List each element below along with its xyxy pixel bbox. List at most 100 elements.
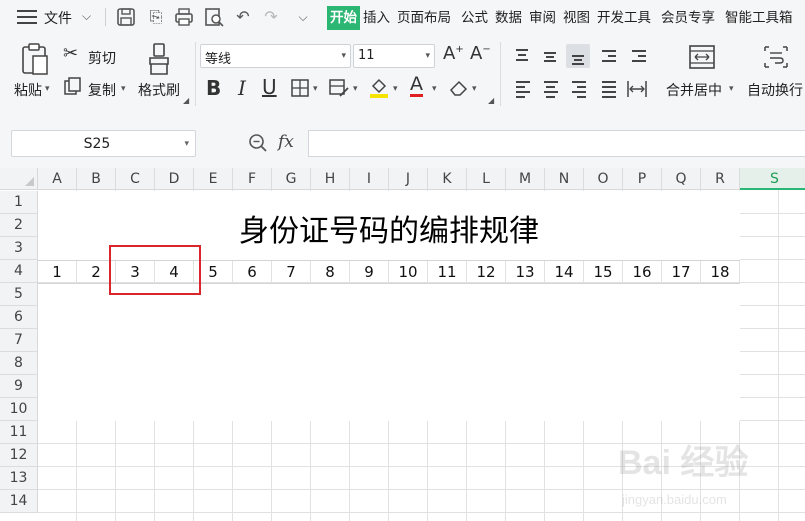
tab-data[interactable]: 数据 <box>495 6 522 30</box>
row-header-14[interactable]: 14 <box>0 490 38 513</box>
auto-wrap-icon[interactable] <box>762 44 790 70</box>
cell-j4[interactable]: 10 <box>389 261 428 283</box>
column-header-e[interactable]: E <box>194 168 233 190</box>
cell-q4[interactable]: 17 <box>662 261 701 283</box>
decrease-font-size-icon[interactable]: A− <box>470 43 491 64</box>
column-header-a[interactable]: A <box>38 168 77 190</box>
cell-l4[interactable]: 12 <box>467 261 506 283</box>
tab-member[interactable]: 会员专享 <box>661 6 715 30</box>
column-header-j[interactable]: J <box>389 168 428 190</box>
cell-g4[interactable]: 7 <box>272 261 311 283</box>
column-header-l[interactable]: L <box>467 168 506 190</box>
font-color-icon[interactable]: A <box>410 74 423 97</box>
align-center-icon[interactable] <box>538 76 562 100</box>
paste-icon[interactable] <box>20 42 50 76</box>
chevron-down-icon[interactable]: ▾ <box>393 84 398 94</box>
bold-icon[interactable]: B <box>206 76 221 100</box>
row-header-6[interactable]: 6 <box>0 306 38 329</box>
copy-icon[interactable] <box>63 76 83 96</box>
cell-m4[interactable]: 13 <box>506 261 545 283</box>
chevron-down-icon[interactable]: ▾ <box>432 84 437 94</box>
chevron-down-icon[interactable]: ▾ <box>121 84 126 94</box>
tab-smart-toolbox[interactable]: 智能工具箱 <box>725 6 793 30</box>
format-painter-icon[interactable] <box>145 42 173 76</box>
print-preview-icon[interactable] <box>203 6 225 28</box>
undo-icon[interactable]: ↶ <box>232 6 254 28</box>
select-all-corner[interactable] <box>0 168 38 190</box>
row-header-12[interactable]: 12 <box>0 444 38 467</box>
print-icon[interactable] <box>173 6 195 28</box>
chevron-down-icon[interactable]: ▾ <box>729 84 734 94</box>
tab-review[interactable]: 审阅 <box>529 6 556 30</box>
dialog-launcher-icon[interactable]: ◢ <box>183 96 189 105</box>
paste-button[interactable]: 粘贴 <box>14 80 42 100</box>
borders-icon[interactable] <box>290 78 310 98</box>
chevron-down-icon[interactable]: ▾ <box>45 84 50 94</box>
cell-p4[interactable]: 16 <box>623 261 662 283</box>
auto-wrap-button[interactable]: 自动换行 <box>747 80 803 100</box>
row-header-7[interactable]: 7 <box>0 329 38 352</box>
cell-r4[interactable]: 18 <box>701 261 740 283</box>
font-size-select[interactable]: 11 ▾ <box>353 44 435 68</box>
column-header-q[interactable]: Q <box>662 168 701 190</box>
align-middle-icon[interactable] <box>538 44 562 68</box>
row-header-11[interactable]: 11 <box>0 421 38 444</box>
sheet-title-cell[interactable]: 身份证号码的编排规律 <box>38 206 740 250</box>
cell-n4[interactable]: 14 <box>545 261 584 283</box>
column-header-m[interactable]: M <box>506 168 545 190</box>
file-menu[interactable]: 文件 <box>44 8 72 28</box>
cut-button[interactable]: 剪切 <box>88 48 116 68</box>
tab-developer[interactable]: 开发工具 <box>597 6 651 30</box>
column-header-h[interactable]: H <box>311 168 350 190</box>
cell-style-icon[interactable] <box>328 78 350 98</box>
chevron-down-icon[interactable]: ▾ <box>353 84 358 94</box>
save-icon[interactable] <box>115 6 137 28</box>
chevron-down-icon[interactable]: ▾ <box>313 84 318 94</box>
quick-access-more-icon[interactable]: ⌵ <box>292 6 314 28</box>
zoom-search-icon[interactable] <box>248 133 268 153</box>
format-painter-button[interactable]: 格式刷 <box>138 80 180 100</box>
chevron-down-icon[interactable]: ▾ <box>184 139 189 149</box>
formula-input[interactable] <box>308 130 805 157</box>
increase-indent-icon[interactable] <box>626 44 650 68</box>
row-header-9[interactable]: 9 <box>0 375 38 398</box>
decrease-indent-icon[interactable] <box>596 44 620 68</box>
tab-page-layout[interactable]: 页面布局 <box>397 6 451 30</box>
spreadsheet-grid[interactable]: ABCDEFGHIJKLMNOPQRS 1 2 3 4 5 6 7 8 9 10 11 12 13 14 … <box>0 168 805 521</box>
chevron-down-icon[interactable]: ▾ <box>472 84 477 94</box>
merge-center-icon[interactable] <box>688 44 716 70</box>
copy-button[interactable]: 复制 <box>88 80 116 100</box>
hamburger-menu-icon[interactable] <box>17 10 37 24</box>
cell-h4[interactable]: 8 <box>311 261 350 283</box>
column-header-s[interactable]: S <box>740 168 805 190</box>
cell-f4[interactable]: 6 <box>233 261 272 283</box>
align-left-icon[interactable] <box>510 76 534 100</box>
column-header-g[interactable]: G <box>272 168 311 190</box>
tab-home[interactable]: 开始 <box>327 6 360 30</box>
align-right-icon[interactable] <box>566 76 590 100</box>
justify-icon[interactable] <box>596 76 620 100</box>
row-header-5[interactable]: 5 <box>0 283 38 306</box>
column-header-b[interactable]: B <box>77 168 116 190</box>
scissors-icon[interactable]: ✂ <box>63 43 78 64</box>
column-header-f[interactable]: F <box>233 168 272 190</box>
name-box[interactable]: S25 ▾ <box>11 130 196 157</box>
row-header-8[interactable]: 8 <box>0 352 38 375</box>
eraser-icon[interactable] <box>448 78 470 98</box>
column-header-r[interactable]: R <box>701 168 740 190</box>
cell-i4[interactable]: 9 <box>350 261 389 283</box>
cell-o4[interactable]: 15 <box>584 261 623 283</box>
function-fx-icon[interactable]: fx <box>278 132 294 152</box>
tab-insert[interactable]: 插入 <box>363 6 390 30</box>
underline-icon[interactable]: U <box>262 75 277 99</box>
fill-color-icon[interactable] <box>368 76 390 98</box>
row-header-13[interactable]: 13 <box>0 467 38 490</box>
align-top-icon[interactable] <box>510 44 534 68</box>
increase-font-size-icon[interactable]: A+ <box>443 43 464 64</box>
column-header-k[interactable]: K <box>428 168 467 190</box>
distributed-align-icon[interactable] <box>626 78 648 100</box>
row-header-2[interactable]: 2 <box>0 214 38 237</box>
column-header-i[interactable]: I <box>350 168 389 190</box>
column-header-p[interactable]: P <box>623 168 662 190</box>
row-header-3[interactable]: 3 <box>0 237 38 260</box>
